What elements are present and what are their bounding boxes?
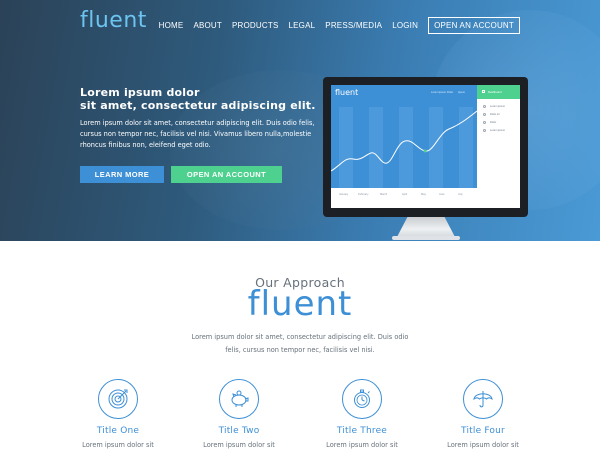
monitor-screen: fluent Lorem ipsum Dolor Ipsum January F… — [331, 85, 520, 208]
screen-sidebar-item: Dolor sit — [483, 113, 500, 116]
screen-dashboard-panel: fluent Lorem ipsum Dolor Ipsum — [331, 85, 477, 188]
feature-icon-circle — [98, 379, 138, 419]
monitor-mockup: fluent Lorem ipsum Dolor Ipsum January F… — [323, 77, 528, 217]
monitor-stand-base — [392, 236, 460, 240]
nav-press-media[interactable]: PRESS/MEDIA — [325, 21, 382, 30]
piggy-bank-icon — [231, 390, 249, 407]
feature-text: Lorem ipsum dolor sit — [326, 441, 398, 449]
bullet-icon — [483, 105, 486, 108]
screen-axis-tick: June — [439, 193, 445, 196]
screen-sidebar-header: Dashboard — [477, 85, 520, 99]
bullet-icon — [483, 121, 486, 124]
chart-column — [399, 107, 413, 188]
chart-point — [423, 149, 427, 153]
screen-sidebar-item-label: Dolor sit — [490, 113, 500, 116]
screen-menu-item: Dolor — [447, 91, 454, 94]
hero-section: fluent HOME ABOUT PRODUCTS LEGAL PRESS/M… — [0, 0, 600, 241]
chart-column — [339, 107, 353, 188]
screen-sidebar-item: Lorem ipsum — [483, 105, 505, 108]
umbrella-icon — [473, 391, 493, 408]
feature-title: Title One — [96, 426, 140, 436]
target-icon — [108, 389, 128, 409]
feature-title: Title Four — [461, 426, 505, 436]
nav-products[interactable]: PRODUCTS — [232, 21, 279, 30]
nav-home[interactable]: HOME — [159, 21, 184, 30]
screen-axis-tick: February — [358, 193, 369, 196]
screen-axis-bar: January February March April May June Ju… — [331, 188, 477, 208]
screen-sidebar-item: Dolor — [483, 121, 496, 124]
nav-legal[interactable]: LEGAL — [289, 21, 316, 30]
nav-about[interactable]: ABOUT — [193, 21, 222, 30]
screen-line-chart — [331, 107, 477, 188]
screen-sidebar-title: Dashboard — [488, 90, 502, 94]
feature-title: Title Two — [218, 426, 260, 436]
hero-body-text: Lorem ipsum dolor sit amet, consectetur … — [80, 119, 315, 149]
screen-axis-tick: May — [421, 193, 426, 196]
feature-text: Lorem ipsum dolor sit — [82, 441, 154, 449]
hero-heading: Lorem ipsum dolor sit amet, consectetur … — [80, 86, 340, 112]
screen-sidebar: Dashboard Lorem ipsum Dolor sit Dolor Lo… — [477, 85, 520, 208]
chart-column — [429, 107, 443, 188]
site-logo[interactable]: fluent — [80, 8, 147, 33]
screen-axis-tick: July — [458, 193, 463, 196]
screen-axis-tick: March — [380, 193, 388, 196]
nav-open-account-button[interactable]: OPEN AN ACCOUNT — [428, 17, 520, 34]
feature-icon-circle — [463, 379, 503, 419]
hero-heading-line: sit amet, consectetur adipiscing elit. — [80, 99, 316, 112]
screen-sidebar-item-label: Dolor — [490, 121, 497, 124]
chart-column — [369, 107, 383, 188]
approach-text-line: felis, cursus non tempor nec, facilisis … — [225, 346, 375, 354]
bullet-icon — [483, 129, 486, 132]
screen-menu-item: Ipsum — [458, 91, 466, 94]
monitor-stand — [397, 217, 455, 237]
menu-icon — [482, 90, 485, 93]
screen-sidebar-item-label: Lorem ipsum — [490, 129, 505, 132]
stopwatch-icon — [354, 389, 370, 408]
screen-sidebar-item-label: Lorem ipsum — [490, 105, 505, 108]
open-account-button[interactable]: OPEN AN ACCOUNT — [171, 166, 282, 183]
feature-icon-circle — [342, 379, 382, 419]
bullet-icon — [483, 113, 486, 116]
feature-text: Lorem ipsum dolor sit — [203, 441, 275, 449]
approach-text-line: Lorem ipsum dolor sit amet, consectetur … — [191, 333, 409, 341]
learn-more-button[interactable]: LEARN MORE — [80, 166, 164, 183]
feature-text: Lorem ipsum dolor sit — [447, 441, 519, 449]
approach-title: fluent — [247, 284, 353, 324]
screen-axis-tick: January — [339, 193, 349, 196]
screen-sidebar-item: Lorem ipsum — [483, 129, 505, 132]
hero-heading-line: Lorem ipsum dolor — [80, 86, 200, 99]
screen-logo: fluent — [335, 88, 359, 97]
approach-text: Lorem ipsum dolor sit amet, consectetur … — [150, 331, 450, 357]
screen-axis-tick: April — [402, 193, 408, 196]
nav-login[interactable]: LOGIN — [392, 21, 418, 30]
feature-title: Title Three — [336, 426, 388, 436]
feature-icon-circle — [219, 379, 259, 419]
screen-menu-item: Lorem ipsum — [431, 91, 446, 94]
main-nav: HOME ABOUT PRODUCTS LEGAL PRESS/MEDIA LO… — [149, 17, 520, 34]
